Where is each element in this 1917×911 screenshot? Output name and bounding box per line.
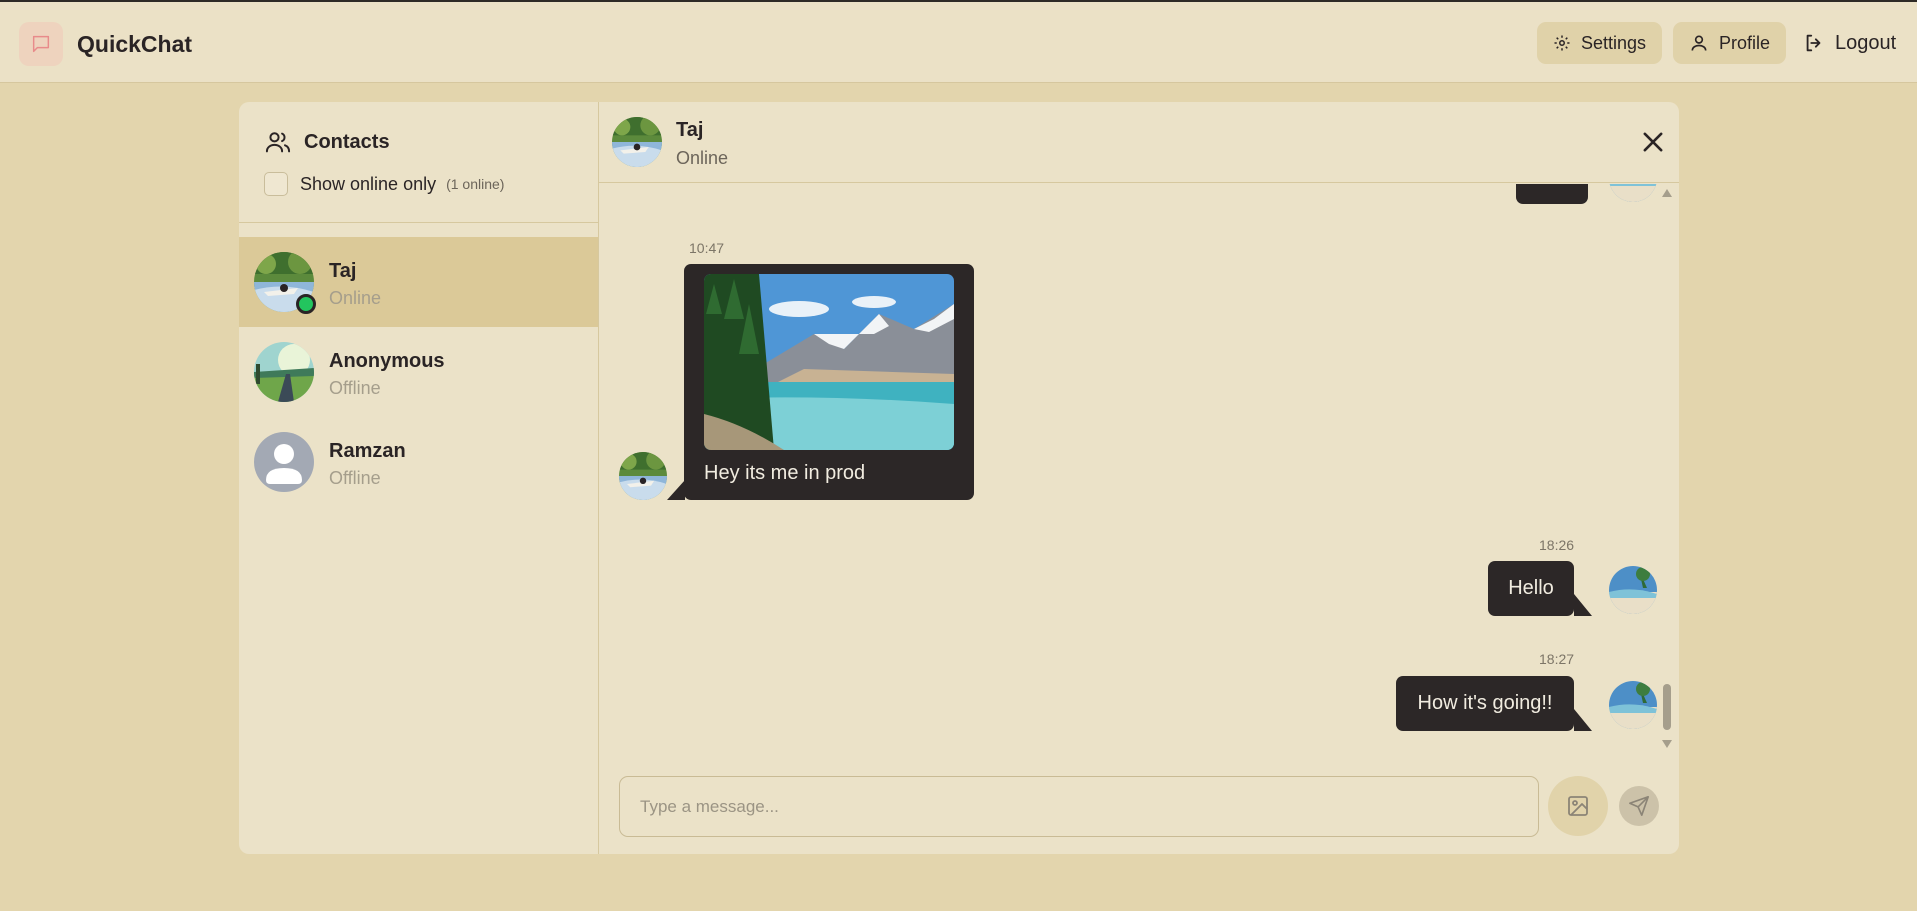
message-bubble-sent: Hello [1488, 561, 1574, 616]
settings-label: Settings [1581, 32, 1647, 53]
logout-button[interactable]: Logout [1803, 22, 1896, 64]
message-text: Hey its me in prod [704, 462, 866, 484]
contact-name: Taj [329, 260, 357, 282]
my-avatar [1609, 681, 1657, 729]
app-name: QuickChat [77, 30, 193, 57]
message-composer [599, 754, 1679, 854]
contact-item-taj[interactable]: Taj Online [239, 237, 598, 327]
online-count: (1 online) [446, 176, 505, 192]
message-list[interactable]: 10:47 Hey its me in prod 18:26 Hello 18:… [599, 184, 1679, 754]
sidebar-header: Contacts Show online only (1 online) [239, 102, 598, 223]
message-bubble-received: Hey its me in prod [684, 264, 974, 500]
logout-icon [1806, 34, 1821, 52]
profile-button[interactable]: Profile [1673, 22, 1787, 64]
online-only-checkbox[interactable] [264, 172, 288, 196]
contacts-title: Contacts [304, 130, 390, 153]
contacts-heading: Contacts [264, 128, 390, 156]
online-filter[interactable]: Show online only (1 online) [264, 172, 504, 196]
message-time: 10:47 [689, 240, 725, 256]
road-landscape-avatar [254, 342, 314, 402]
my-avatar [1609, 184, 1657, 202]
online-indicator [296, 294, 316, 314]
contact-name: Anonymous [329, 350, 445, 372]
message-bubble-partial [1516, 184, 1588, 204]
logout-label: Logout [1835, 31, 1897, 54]
attach-image-button[interactable] [1548, 776, 1608, 836]
message-time: 18:26 [1539, 537, 1575, 553]
chat-container: Contacts Show online only (1 online) Taj… [239, 102, 1679, 854]
contact-name: Ramzan [329, 440, 406, 462]
gear-icon [1554, 35, 1570, 51]
user-icon [1691, 35, 1707, 51]
navbar: QuickChat Settings Profile Logout [0, 2, 1917, 83]
chat-contact-avatar [612, 117, 662, 167]
brand[interactable]: QuickChat [19, 22, 192, 66]
contact-status: Online [329, 288, 382, 308]
bubble-tail [1574, 709, 1592, 731]
message-text: How it's going!! [1417, 692, 1553, 714]
my-avatar [1609, 566, 1657, 614]
chat-logo-icon [19, 22, 63, 66]
message-bubble-sent: How it's going!! [1396, 676, 1574, 731]
default-user-avatar [254, 432, 314, 492]
settings-button[interactable]: Settings [1537, 22, 1663, 64]
contact-status: Offline [329, 468, 381, 488]
bubble-tail [667, 480, 685, 500]
send-icon [1629, 796, 1649, 816]
scrollbar-thumb[interactable] [1663, 684, 1671, 730]
bubble-tail [1574, 594, 1592, 616]
scroll-up-arrow-icon[interactable] [1662, 189, 1672, 197]
image-icon [1568, 796, 1588, 816]
contact-status: Offline [329, 378, 381, 398]
contact-item-ramzan[interactable]: Ramzan Offline [239, 417, 598, 507]
close-chat-button[interactable] [1639, 128, 1667, 156]
message-text: Hello [1508, 577, 1554, 599]
message-scrollbar[interactable] [1661, 184, 1673, 754]
contacts-sidebar: Contacts Show online only (1 online) Taj… [239, 102, 599, 854]
message-time: 18:27 [1539, 651, 1575, 667]
mountain-lake-photo[interactable] [704, 274, 954, 450]
close-icon [1643, 132, 1663, 152]
message-input[interactable] [619, 776, 1539, 837]
chat-contact-name: Taj [676, 119, 704, 141]
users-icon [265, 132, 291, 153]
chat-panel: Taj Online 10:47 Hey its me in prod 18:2… [599, 102, 1679, 854]
contact-message-avatar [619, 452, 667, 500]
chat-contact-status: Online [676, 148, 729, 168]
contact-item-anonymous[interactable]: Anonymous Offline [239, 327, 598, 417]
online-only-label: Show online only [300, 173, 437, 194]
profile-label: Profile [1719, 32, 1771, 53]
chat-header: Taj Online [599, 102, 1679, 183]
send-button[interactable] [1619, 786, 1659, 826]
scroll-down-arrow-icon[interactable] [1662, 740, 1672, 748]
